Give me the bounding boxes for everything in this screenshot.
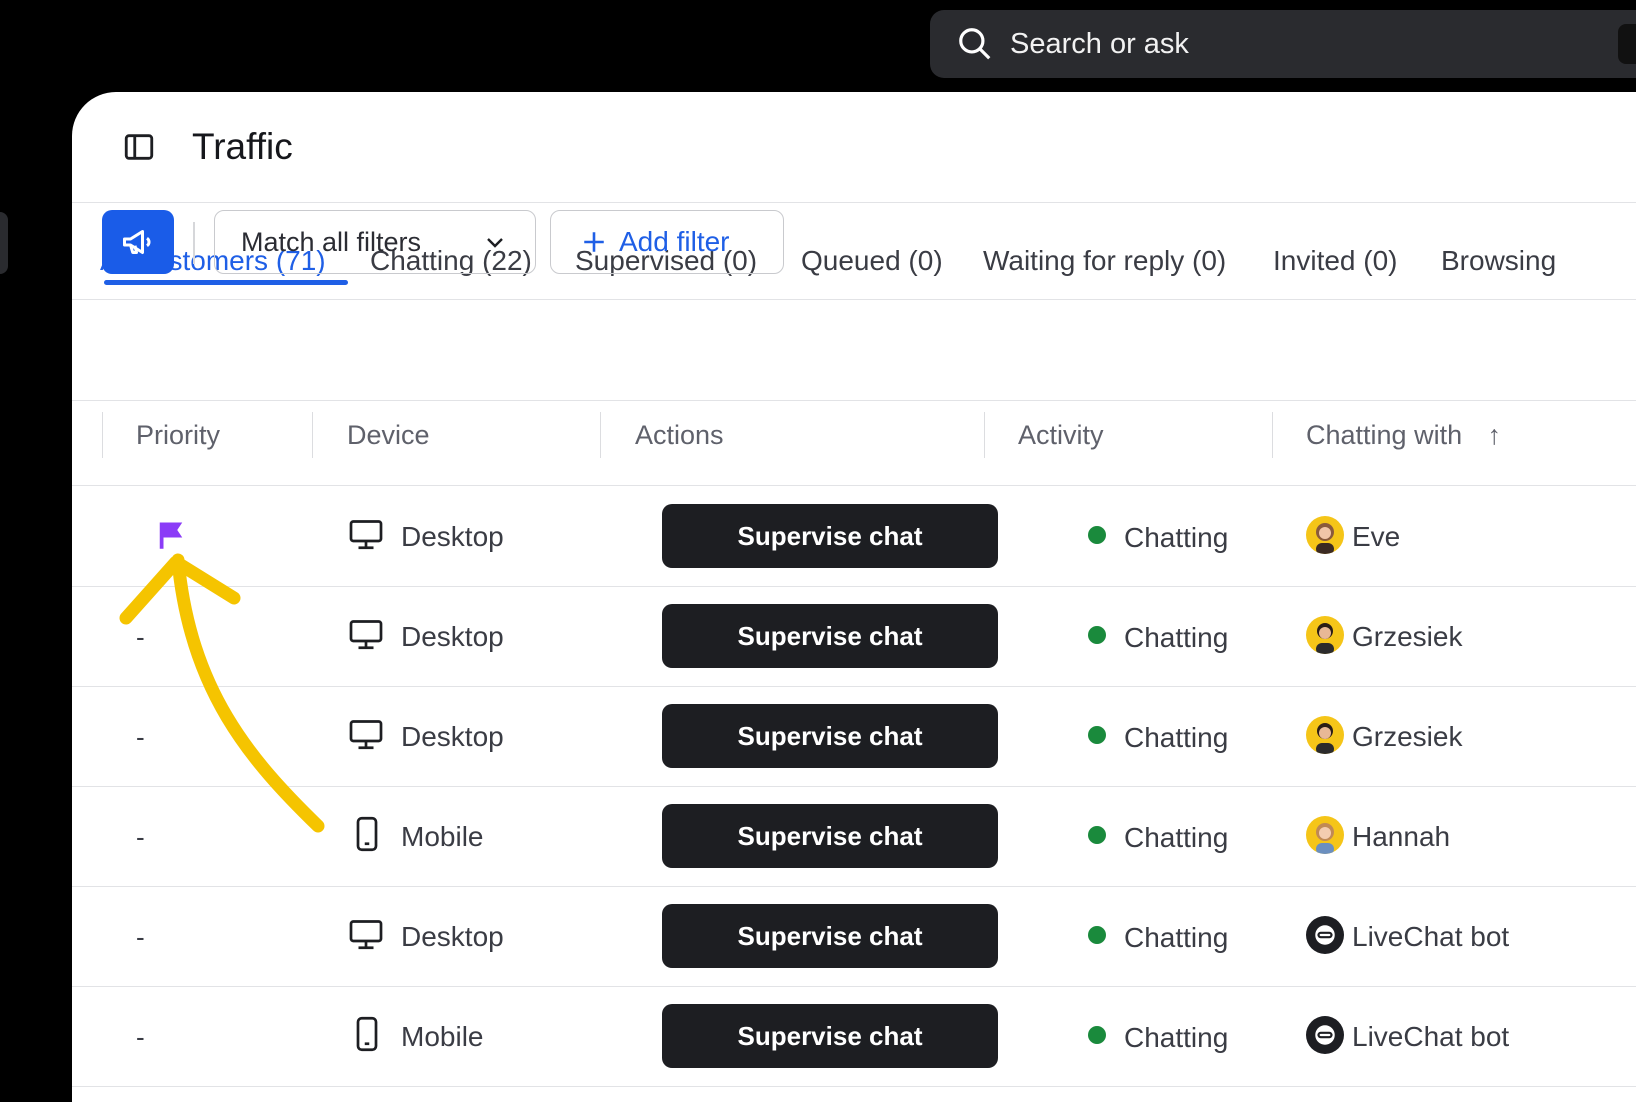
flag-icon bbox=[159, 522, 183, 549]
sidebar-toggle-icon[interactable] bbox=[122, 130, 156, 164]
column-chatting-with-label: Chatting with bbox=[1306, 420, 1463, 450]
plus-icon bbox=[584, 232, 604, 252]
search-bar[interactable]: Search or ask bbox=[930, 10, 1636, 78]
activity-label: Chatting bbox=[1124, 722, 1229, 753]
device-label: Desktop bbox=[401, 521, 504, 552]
agent-name: Grzesiek bbox=[1352, 721, 1463, 752]
tab-queued[interactable]: Queued (0) bbox=[801, 245, 943, 277]
priority-value: - bbox=[136, 722, 145, 752]
supervise-chat-button[interactable]: Supervise chat bbox=[662, 504, 998, 568]
supervise-chat-button[interactable]: Supervise chat bbox=[662, 1004, 998, 1068]
table-row[interactable]: - Mobile Supervise chat Chatting LiveCha… bbox=[72, 986, 1636, 1087]
priority-value: - bbox=[136, 622, 145, 652]
desktop-icon bbox=[349, 520, 383, 550]
column-actions[interactable]: Actions bbox=[635, 420, 724, 451]
tab-invited[interactable]: Invited (0) bbox=[1273, 245, 1398, 277]
bot-icon bbox=[1315, 925, 1335, 945]
activity-label: Chatting bbox=[1124, 922, 1229, 953]
agent-name: Eve bbox=[1352, 521, 1401, 552]
device-label: Mobile bbox=[401, 1021, 484, 1052]
desktop-icon bbox=[349, 720, 383, 750]
status-dot bbox=[1088, 626, 1106, 644]
table-row[interactable]: - Mobile Supervise chat Chatting Hannah bbox=[72, 786, 1636, 887]
avatar bbox=[1306, 716, 1344, 754]
chevron-down-icon bbox=[487, 238, 503, 248]
activity-label: Chatting bbox=[1124, 822, 1229, 853]
megaphone-icon bbox=[123, 230, 151, 254]
status-dot bbox=[1088, 1026, 1106, 1044]
search-icon bbox=[959, 28, 991, 60]
desktop-icon bbox=[349, 620, 383, 650]
sort-ascending-icon: ↑ bbox=[1487, 420, 1502, 450]
table-row[interactable]: - Desktop Supervise chat Chatting LiveCh… bbox=[72, 886, 1636, 987]
match-filters-dropdown[interactable]: Match all filters bbox=[214, 210, 536, 274]
sidebar-edge bbox=[0, 212, 8, 274]
avatar bbox=[1306, 616, 1344, 654]
status-dot bbox=[1088, 726, 1106, 744]
page-title: Traffic bbox=[192, 126, 293, 167]
table-row[interactable]: - Desktop Supervise chat Chatting Grzesi… bbox=[72, 586, 1636, 687]
tab-browsing[interactable]: Browsing bbox=[1441, 245, 1556, 277]
supervise-chat-button[interactable]: Supervise chat bbox=[662, 804, 998, 868]
bot-avatar bbox=[1306, 1016, 1344, 1054]
tab-waiting-for-reply[interactable]: Waiting for reply (0) bbox=[983, 245, 1226, 277]
add-filter-button[interactable]: Add filter bbox=[550, 210, 784, 274]
priority-value: - bbox=[136, 922, 145, 952]
column-divider bbox=[600, 412, 601, 458]
column-chatting-with[interactable]: Chatting with ↑ bbox=[1306, 420, 1501, 451]
mobile-icon bbox=[356, 1016, 378, 1052]
priority-value: - bbox=[136, 822, 145, 852]
column-device[interactable]: Device bbox=[347, 420, 430, 451]
supervise-chat-button[interactable]: Supervise chat bbox=[662, 604, 998, 668]
status-dot bbox=[1088, 826, 1106, 844]
page-header: Traffic bbox=[72, 92, 1636, 203]
device-label: Mobile bbox=[401, 821, 484, 852]
toolbar-divider bbox=[193, 222, 195, 264]
agent-name: Hannah bbox=[1352, 821, 1451, 852]
bot-avatar bbox=[1306, 916, 1344, 954]
status-dot bbox=[1088, 526, 1106, 544]
supervise-chat-button[interactable]: Supervise chat bbox=[662, 904, 998, 968]
agent-name: LiveChat bot bbox=[1352, 921, 1510, 952]
agent-name: LiveChat bot bbox=[1352, 1021, 1510, 1052]
device-label: Desktop bbox=[401, 921, 504, 952]
activity-label: Chatting bbox=[1124, 522, 1229, 553]
add-filter-label: Add filter bbox=[619, 226, 730, 257]
column-divider bbox=[984, 412, 985, 458]
column-divider bbox=[312, 412, 313, 458]
device-label: Desktop bbox=[401, 621, 504, 652]
avatar bbox=[1306, 816, 1344, 854]
column-priority[interactable]: Priority bbox=[136, 420, 220, 451]
active-tab-indicator bbox=[104, 280, 348, 285]
shortcut-hint bbox=[1618, 24, 1636, 64]
filter-toolbar bbox=[72, 300, 1636, 401]
bot-icon bbox=[1315, 1025, 1335, 1045]
search-input[interactable]: Search or ask bbox=[1010, 28, 1189, 61]
activity-label: Chatting bbox=[1124, 622, 1229, 653]
column-divider bbox=[102, 412, 103, 458]
avatar bbox=[1306, 516, 1344, 554]
priority-value: - bbox=[136, 1022, 145, 1052]
device-label: Desktop bbox=[401, 721, 504, 752]
activity-label: Chatting bbox=[1124, 1022, 1229, 1053]
campaign-button[interactable] bbox=[102, 210, 174, 274]
column-activity[interactable]: Activity bbox=[1018, 420, 1104, 451]
table-row[interactable]: - Desktop Supervise chat Chatting Grzesi… bbox=[72, 686, 1636, 787]
status-dot bbox=[1088, 926, 1106, 944]
supervise-chat-button[interactable]: Supervise chat bbox=[662, 704, 998, 768]
traffic-panel: Traffic All customers (71) Chatting (22)… bbox=[72, 92, 1636, 1102]
table-row[interactable]: Desktop Supervise chat Chatting Eve bbox=[72, 486, 1636, 587]
column-divider bbox=[1272, 412, 1273, 458]
desktop-icon bbox=[349, 920, 383, 950]
match-filters-label: Match all filters bbox=[241, 226, 422, 257]
mobile-icon bbox=[356, 816, 378, 852]
agent-name: Grzesiek bbox=[1352, 621, 1463, 652]
